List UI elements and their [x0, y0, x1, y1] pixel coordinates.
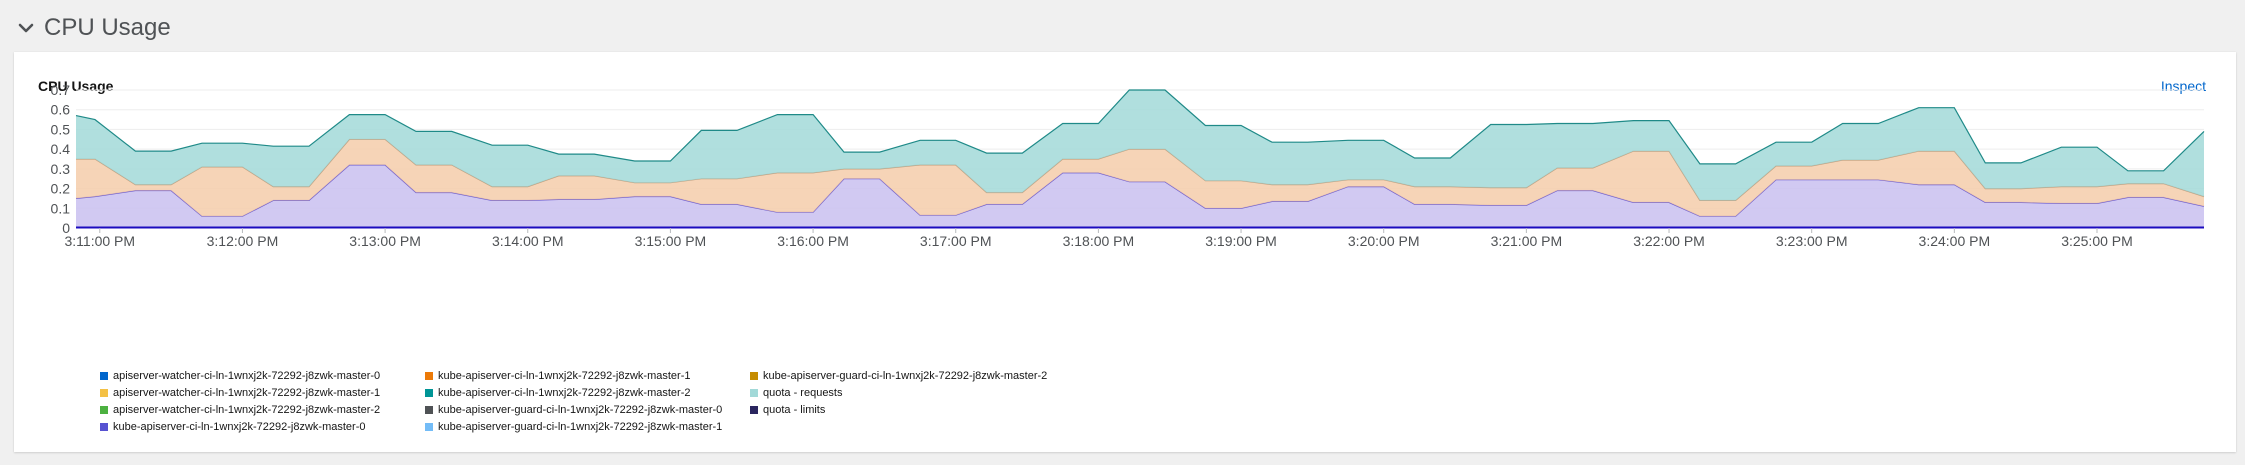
legend-item: quota - requests — [750, 387, 1075, 399]
legend-swatch — [100, 389, 108, 397]
legend-item: kube-apiserver-guard-ci-ln-1wnxj2k-72292… — [750, 370, 1075, 382]
x-tick-label: 3:13:00 PM — [349, 233, 421, 249]
legend-item: quota - limits — [750, 404, 1075, 416]
legend-item: kube-apiserver-guard-ci-ln-1wnxj2k-72292… — [425, 404, 750, 416]
y-tick-label: 0.2 — [51, 181, 71, 197]
chevron-down-icon — [18, 20, 34, 36]
legend-item: apiserver-watcher-ci-ln-1wnxj2k-72292-j8… — [100, 404, 425, 416]
legend-item: kube-apiserver-ci-ln-1wnxj2k-72292-j8zwk… — [425, 387, 750, 399]
x-axis: 3:11:00 PM 3:12:00 PM 3:13:00 PM 3:14:00 PM… — [64, 228, 2133, 249]
x-tick-label: 3:16:00 PM — [777, 233, 849, 249]
section-title: CPU Usage — [44, 14, 171, 41]
x-tick-label: 3:24:00 PM — [1919, 233, 1991, 249]
x-tick-label: 3:12:00 PM — [207, 233, 279, 249]
legend-label: kube-apiserver-guard-ci-ln-1wnxj2k-72292… — [438, 404, 723, 416]
y-tick-label: 0.3 — [51, 161, 71, 177]
legend-item: kube-apiserver-ci-ln-1wnxj2k-72292-j8zwk… — [100, 421, 425, 433]
legend-swatch — [425, 406, 433, 414]
x-tick-label: 3:25:00 PM — [2061, 233, 2133, 249]
legend-label: quota - limits — [763, 404, 826, 416]
legend-label: apiserver-watcher-ci-ln-1wnxj2k-72292-j8… — [113, 387, 381, 399]
legend-label: kube-apiserver-ci-ln-1wnxj2k-72292-j8zwk… — [438, 387, 691, 399]
legend-swatch — [100, 423, 108, 431]
x-tick-label: 3:15:00 PM — [635, 233, 707, 249]
chart-legend: apiserver-watcher-ci-ln-1wnxj2k-72292-j8… — [100, 370, 1075, 433]
legend-item: apiserver-watcher-ci-ln-1wnxj2k-72292-j8… — [100, 370, 425, 382]
y-axis: 00.10.20.30.40.50.60.7 — [51, 82, 71, 236]
chart-card: CPU Usage Inspect 0 0.1 0.2 0.3 0.4 0.5 0.6 0.7… — [14, 52, 2236, 452]
x-tick-label: 3:22:00 PM — [1633, 233, 1705, 249]
y-tick-label: 0.6 — [51, 102, 71, 118]
legend-label: quota - requests — [763, 387, 843, 399]
legend-swatch — [750, 406, 758, 414]
y-tick-label: 0.4 — [51, 141, 71, 157]
legend-label: apiserver-watcher-ci-ln-1wnxj2k-72292-j8… — [113, 404, 381, 416]
legend-swatch — [425, 423, 433, 431]
y-tick-label: 0.7 — [51, 82, 71, 98]
legend-swatch — [100, 406, 108, 414]
x-tick-label: 3:18:00 PM — [1063, 233, 1135, 249]
chart-areas — [75, 89, 2205, 229]
legend-swatch — [425, 389, 433, 397]
x-tick-label: 3:21:00 PM — [1491, 233, 1563, 249]
y-tick-label: 0.5 — [51, 121, 71, 137]
legend-item: apiserver-watcher-ci-ln-1wnxj2k-72292-j8… — [100, 387, 425, 399]
legend-swatch — [750, 389, 758, 397]
section-toggle[interactable]: CPU Usage — [18, 10, 171, 46]
legend-label: kube-apiserver-ci-ln-1wnxj2k-72292-j8zwk… — [113, 421, 366, 433]
legend-item: kube-apiserver-guard-ci-ln-1wnxj2k-72292… — [425, 421, 750, 433]
legend-label: kube-apiserver-guard-ci-ln-1wnxj2k-72292… — [438, 421, 723, 433]
x-tick-label: 3:11:00 PM — [64, 233, 135, 249]
legend-label: kube-apiserver-ci-ln-1wnxj2k-72292-j8zwk… — [438, 370, 691, 382]
x-tick-label: 3:19:00 PM — [1205, 233, 1277, 249]
x-tick-label: 3:14:00 PM — [492, 233, 564, 249]
cpu-usage-chart: 00.10.20.30.40.50.60.7 3:11:00 PM 3:12:00… — [51, 82, 2205, 249]
legend-swatch — [425, 372, 433, 380]
legend-item: kube-apiserver-ci-ln-1wnxj2k-72292-j8zwk… — [425, 370, 750, 382]
legend-label: apiserver-watcher-ci-ln-1wnxj2k-72292-j8… — [113, 370, 381, 382]
x-tick-label: 3:23:00 PM — [1776, 233, 1848, 249]
legend-swatch — [100, 372, 108, 380]
y-tick-label: 0.1 — [51, 200, 71, 216]
legend-swatch — [750, 372, 758, 380]
x-tick-label: 3:20:00 PM — [1348, 233, 1420, 249]
legend-label: kube-apiserver-guard-ci-ln-1wnxj2k-72292… — [763, 370, 1048, 382]
x-tick-label: 3:17:00 PM — [920, 233, 992, 249]
